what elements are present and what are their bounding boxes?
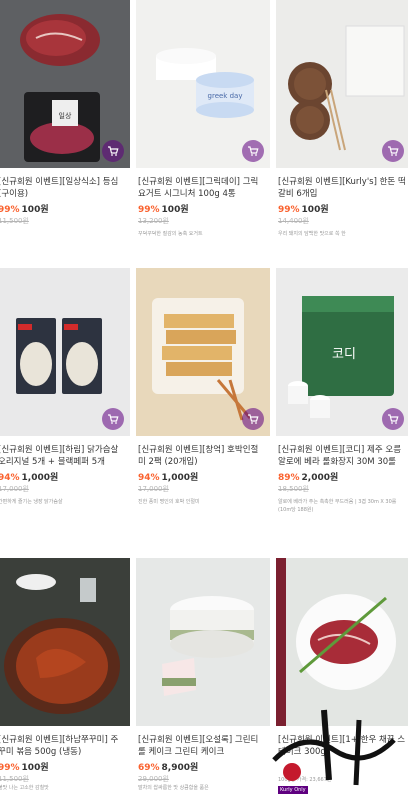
- cart-icon: [248, 146, 259, 156]
- product-description: 진한 풍미 명인의 호박 인절미: [138, 499, 200, 505]
- add-to-cart-button[interactable]: [382, 408, 404, 430]
- original-price: 11,500원: [0, 775, 29, 783]
- product-card[interactable]: greek day [신규회원 이벤트][그릭데이] 그릭요거트 시그니처 10…: [136, 0, 270, 266]
- product-price: 99% 100원: [0, 202, 49, 215]
- product-name[interactable]: [신규회원 이벤트][하남쭈꾸미] 주꾸미 볶음 500g (냉동): [0, 734, 126, 758]
- cart-icon: [248, 414, 259, 424]
- cart-icon: [388, 146, 399, 156]
- product-image-cake[interactable]: [136, 558, 270, 726]
- product-name[interactable]: [신규회원 이벤트][창억] 호박인절미 2팩 (20개입): [138, 444, 266, 468]
- sale-price: 8,900원: [161, 763, 199, 773]
- original-price: 29,000원: [138, 775, 169, 783]
- original-price: 17,000원: [0, 485, 29, 493]
- discount-rate: 94%: [138, 473, 160, 483]
- sale-price: 100원: [21, 763, 49, 773]
- sale-price: 2,000원: [301, 473, 339, 483]
- product-price: 99% 100원: [278, 202, 329, 215]
- sale-price: 100원: [301, 205, 329, 215]
- discount-rate: 69%: [138, 763, 160, 773]
- product-card[interactable]: [신규회원 이벤트][하남쭈꾸미] 주꾸미 볶음 500g (냉동) 99% 10…: [0, 558, 130, 800]
- original-price: 11,500원: [0, 217, 29, 225]
- product-price: 99% 100원: [0, 760, 49, 773]
- product-name[interactable]: [신규회원 이벤트][그릭데이] 그릭요거트 시그니처 100g 4통: [138, 176, 266, 200]
- add-to-cart-button[interactable]: [102, 140, 124, 162]
- product-name[interactable]: [신규회원 이벤트][일상식소] 등심 (구이용): [0, 176, 126, 200]
- product-row: 일상 [신규회원 이벤트][일상식소] 등심 (구이용) 99% 100원 11,…: [0, 0, 408, 266]
- product-card[interactable]: [신규회원 이벤트][창억] 호박인절미 2팩 (20개입) 94% 1,000원…: [136, 268, 270, 534]
- cart-icon: [388, 414, 399, 424]
- product-card[interactable]: 코디 [신규회원 이벤트][코디] 제주 오름 알로에 베라 롤화장지 30M …: [276, 268, 408, 534]
- product-image-ricecake[interactable]: [136, 268, 270, 436]
- product-price: 99% 100원: [138, 202, 189, 215]
- discount-rate: 99%: [0, 763, 20, 773]
- sale-price: 1,000원: [21, 473, 59, 483]
- svg-text:코디: 코디: [332, 347, 356, 362]
- sale-price: 1,000원: [161, 473, 199, 483]
- add-to-cart-button[interactable]: [242, 140, 264, 162]
- discount-rate: 89%: [278, 473, 300, 483]
- product-image-patty[interactable]: [276, 0, 408, 168]
- product-image-tissue[interactable]: 코디: [276, 268, 408, 436]
- add-to-cart-button[interactable]: [242, 408, 264, 430]
- product-price: 94% 1,000원: [138, 470, 198, 483]
- product-image-beef[interactable]: 일상: [0, 0, 130, 168]
- product-price: 89% 2,000원: [278, 470, 338, 483]
- svg-text:greek day: greek day: [208, 92, 243, 100]
- product-description: 꾸덕꾸덕한 질감의 농축 요거트: [138, 231, 203, 237]
- product-description: 우리 돼지의 담백한 맛으로 쏙 한: [278, 231, 346, 237]
- product-image-chicken[interactable]: [0, 268, 130, 436]
- original-price: 14,400원: [278, 217, 309, 225]
- product-name[interactable]: [신규회원 이벤트][Kurly's] 한돈 떡갈비 6개입: [278, 176, 406, 200]
- product-price: 69% 8,900원: [138, 760, 198, 773]
- product-card[interactable]: [신규회원 이벤트][오설록] 그린티 롤 케이크 그린티 케이크 69% 8,9…: [136, 558, 270, 800]
- product-card[interactable]: [신규회원 이벤트][Kurly's] 한돈 떡갈비 6개입 99% 100원 1…: [276, 0, 408, 266]
- product-image-yogurt[interactable]: greek day: [136, 0, 270, 168]
- product-description: 불맛 나는 고소한 감칠맛: [0, 785, 49, 791]
- original-price: 17,000원: [138, 485, 169, 493]
- discount-rate: 99%: [138, 205, 160, 215]
- discount-rate: 99%: [0, 205, 20, 215]
- add-to-cart-button[interactable]: [102, 408, 124, 430]
- add-to-cart-button[interactable]: [382, 140, 404, 162]
- product-card[interactable]: 일상 [신규회원 이벤트][일상식소] 등심 (구이용) 99% 100원 11,…: [0, 0, 130, 266]
- product-description: 간편하게 즐기는 냉장 닭가슴살: [0, 499, 63, 505]
- product-name[interactable]: [신규회원 이벤트][하림] 닭가슴살 오리지널 5개 + 블랙페퍼 5개: [0, 444, 126, 468]
- svg-text:일상: 일상: [59, 111, 72, 120]
- original-price: 13,200원: [138, 217, 169, 225]
- product-description: 말차의 쌉싸름한 맛 상큼함을 품은: [138, 785, 209, 791]
- cart-icon: [108, 414, 119, 424]
- discount-rate: 99%: [278, 205, 300, 215]
- discount-rate: 94%: [0, 473, 20, 483]
- cart-icon: [108, 146, 119, 156]
- calligraphy-logo: [272, 709, 396, 786]
- original-price: 18,500원: [278, 485, 309, 493]
- product-image-octopus[interactable]: [0, 558, 130, 726]
- product-card[interactable]: [신규회원 이벤트][하림] 닭가슴살 오리지널 5개 + 블랙페퍼 5개 94…: [0, 268, 130, 534]
- sale-price: 100원: [21, 205, 49, 215]
- product-price: 94% 1,000원: [0, 470, 58, 483]
- sale-price: 100원: [161, 205, 189, 215]
- product-description: 알로에 베라가 주는 촉촉한 부드러움 | 3겹 30m X 30롤 (10m당…: [278, 499, 397, 513]
- product-row: [신규회원 이벤트][하림] 닭가슴살 오리지널 5개 + 블랙페퍼 5개 94…: [0, 268, 408, 534]
- product-name[interactable]: [신규회원 이벤트][코디] 제주 오름 알로에 베라 롤화장지 30M 30롤: [278, 444, 406, 468]
- product-name[interactable]: [신규회원 이벤트][오설록] 그린티 롤 케이크 그린티 케이크: [138, 734, 266, 758]
